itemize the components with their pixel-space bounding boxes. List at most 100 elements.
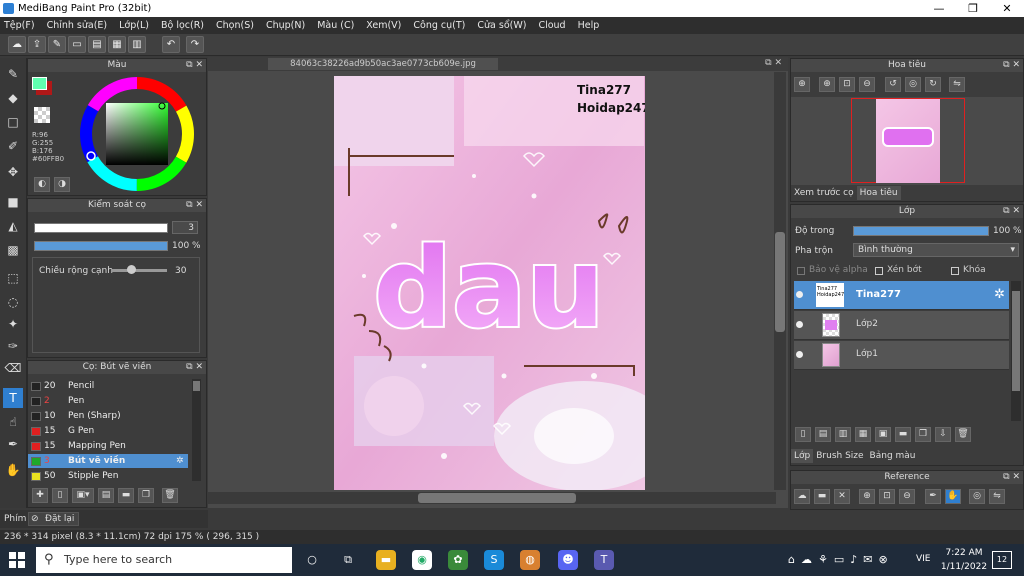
panel-close-icon[interactable]: ⧉ ✕ xyxy=(186,199,203,212)
menu-edit[interactable]: Chỉnh sửa(E) xyxy=(47,20,108,31)
cortana-icon[interactable]: ○ xyxy=(302,550,322,570)
text-tool-icon[interactable]: T xyxy=(3,388,23,408)
layer-trash-icon[interactable]: 🗑 xyxy=(955,427,971,442)
brush-item-pen[interactable]: 2 Pen xyxy=(28,394,188,408)
gradient-tool-icon[interactable]: ▩ xyxy=(3,240,23,260)
visibility-icon[interactable] xyxy=(796,351,803,358)
merge-down-icon[interactable]: ⇩ xyxy=(935,427,951,442)
brush-opacity-slider[interactable] xyxy=(34,241,168,251)
brush-menu-icon[interactable]: ▣▾ xyxy=(72,488,94,503)
reset-button[interactable]: ⊘ Đặt lại xyxy=(28,512,80,526)
brush-item-mapping-pen[interactable]: 15 Mapping Pen xyxy=(28,439,188,453)
visibility-icon[interactable] xyxy=(796,321,803,328)
menu-color[interactable]: Màu (C) xyxy=(317,20,354,31)
document-icon[interactable]: ▤ xyxy=(88,36,106,53)
visibility-icon[interactable] xyxy=(796,291,803,298)
color-mode-icon[interactable]: ◑ xyxy=(54,177,70,192)
ref-fit-icon[interactable]: ⊡ xyxy=(879,489,895,504)
tab-color-palette[interactable]: Bảng màu xyxy=(867,449,919,463)
tab-brush-preview[interactable]: Xem trước cọ xyxy=(791,186,857,200)
panel-close-icon[interactable]: ⧉ ✕ xyxy=(1003,471,1020,484)
ref-flip-icon[interactable]: ⇋ xyxy=(989,489,1005,504)
rotate-left-icon[interactable]: ↺ xyxy=(885,77,901,92)
menu-tools[interactable]: Công cụ(T) xyxy=(413,20,465,31)
add-brush-icon[interactable]: ✚ xyxy=(32,488,48,503)
brush-item-stipple-pen[interactable]: 50 Stipple Pen xyxy=(28,469,188,483)
brush-item-outline-pen[interactable]: 3 Bút vẽ viền ✲ xyxy=(28,454,188,468)
language-indicator[interactable]: VIE xyxy=(916,554,931,564)
brush-item-g-pen[interactable]: 15 G Pen xyxy=(28,424,188,438)
eraser-tool-icon[interactable]: ◆ xyxy=(3,88,23,108)
transparent-swatch[interactable] xyxy=(34,107,50,123)
file-explorer-icon[interactable]: ▬ xyxy=(376,550,396,570)
cloud-upload-icon[interactable]: ☁ xyxy=(794,489,810,504)
panel-close-icon[interactable]: ⧉ ✕ xyxy=(1003,59,1020,72)
canvas-horizontal-scrollbar[interactable] xyxy=(208,492,776,504)
discord-icon[interactable]: ☻ xyxy=(558,550,578,570)
color-wheel[interactable] xyxy=(78,75,196,193)
rectangle-tool-icon[interactable]: □ xyxy=(3,112,23,132)
page-icon[interactable]: ▭ xyxy=(68,36,86,53)
menu-select[interactable]: Chọn(S) xyxy=(216,20,254,31)
redo-icon[interactable]: ↷ xyxy=(186,36,204,53)
hand-tool-icon[interactable]: ✋ xyxy=(3,460,23,480)
canvas-vertical-scrollbar[interactable] xyxy=(774,72,786,490)
ref-zoom-out-icon[interactable]: ⊖ xyxy=(899,489,915,504)
navigator-viewport[interactable] xyxy=(851,98,965,183)
lock-checkbox[interactable] xyxy=(951,267,959,275)
layer-row[interactable]: Lớp1 xyxy=(794,341,1009,370)
brush-list-scrollbar[interactable] xyxy=(192,379,201,481)
select-pen-icon[interactable]: ✑ xyxy=(3,336,23,356)
flip-icon[interactable]: ⇋ xyxy=(949,77,965,92)
comment-icon[interactable]: ✎ xyxy=(48,36,66,53)
reference-close-icon[interactable]: ✕ xyxy=(834,489,850,504)
fit-icon[interactable]: ⊡ xyxy=(839,77,855,92)
ref-hand-icon[interactable]: ✋ xyxy=(945,489,961,504)
new-layer-icon[interactable]: ▯ xyxy=(795,427,811,442)
task-view-icon[interactable]: ⧉ xyxy=(338,550,358,570)
brush-item-pencil[interactable]: 20 Pencil xyxy=(28,379,188,393)
palette-icon[interactable]: ◐ xyxy=(34,177,50,192)
clock-time[interactable]: 7:22 AM xyxy=(944,548,984,558)
ref-rotate-icon[interactable]: ◎ xyxy=(969,489,985,504)
edge-width-slider[interactable] xyxy=(111,269,167,272)
layer-duplicate-icon[interactable]: ❐ xyxy=(915,427,931,442)
ref-eyedropper-icon[interactable]: ✒ xyxy=(925,489,941,504)
panel-close-icon[interactable]: ⧉ ✕ xyxy=(1003,205,1020,218)
brush-folder-icon[interactable]: ▬ xyxy=(118,488,134,503)
pen-tool-icon[interactable]: ✐ xyxy=(3,136,23,156)
tab-layer[interactable]: Lớp xyxy=(791,449,814,463)
foreground-color-swatch[interactable] xyxy=(32,77,47,90)
document-close-icon[interactable]: ⧉ ✕ xyxy=(765,58,782,68)
clipping-checkbox[interactable] xyxy=(875,267,883,275)
clock-date[interactable]: 1/11/2022 xyxy=(940,562,988,572)
select-eraser-icon[interactable]: ⌫ xyxy=(3,358,23,378)
document-tab[interactable]: 84063c38226ad9b50ac3ae0773cb609e.jpg xyxy=(268,58,498,70)
app-icon-green[interactable]: ✿ xyxy=(448,550,468,570)
blend-mode-select[interactable]: Bình thường ▾ xyxy=(853,243,1019,257)
panel-close-icon[interactable]: ⧉ ✕ xyxy=(186,59,203,72)
move-tool-icon[interactable]: ✥ xyxy=(3,162,23,182)
ref-zoom-in-icon[interactable]: ⊕ xyxy=(859,489,875,504)
halftone-layer-icon[interactable]: ▦ xyxy=(855,427,871,442)
teams-icon[interactable]: T xyxy=(594,550,614,570)
alpha-protect-checkbox[interactable] xyxy=(797,267,805,275)
notification-center-icon[interactable]: 12 xyxy=(992,551,1012,569)
brush-size-slider[interactable] xyxy=(34,223,168,233)
chrome-icon[interactable]: ◉ xyxy=(412,550,432,570)
menu-view[interactable]: Xem(V) xyxy=(366,20,401,31)
brush-trash-icon[interactable]: 🗑 xyxy=(162,488,178,503)
menu-layer[interactable]: Lớp(L) xyxy=(119,20,149,31)
open-folder-icon[interactable]: ▬ xyxy=(814,489,830,504)
edge-width-handle[interactable] xyxy=(127,265,136,274)
share-icon[interactable]: ⇪ xyxy=(28,36,46,53)
new-layer-1bit-icon[interactable]: ▥ xyxy=(835,427,851,442)
lasso-tool-icon[interactable]: ◌ xyxy=(3,292,23,312)
system-tray-icons[interactable]: ⌂☁⚘▭♪✉⊗ xyxy=(788,553,894,566)
menu-file[interactable]: Tệp(F) xyxy=(4,20,35,31)
delete-layer-button-icon[interactable]: ▣ xyxy=(875,427,891,442)
fill-rect-tool-icon[interactable]: ■ xyxy=(3,192,23,212)
navigator-preview[interactable] xyxy=(791,97,1023,185)
panel-close-icon[interactable]: ⧉ ✕ xyxy=(186,361,203,374)
select-tool-icon[interactable]: ⬚ xyxy=(3,268,23,288)
